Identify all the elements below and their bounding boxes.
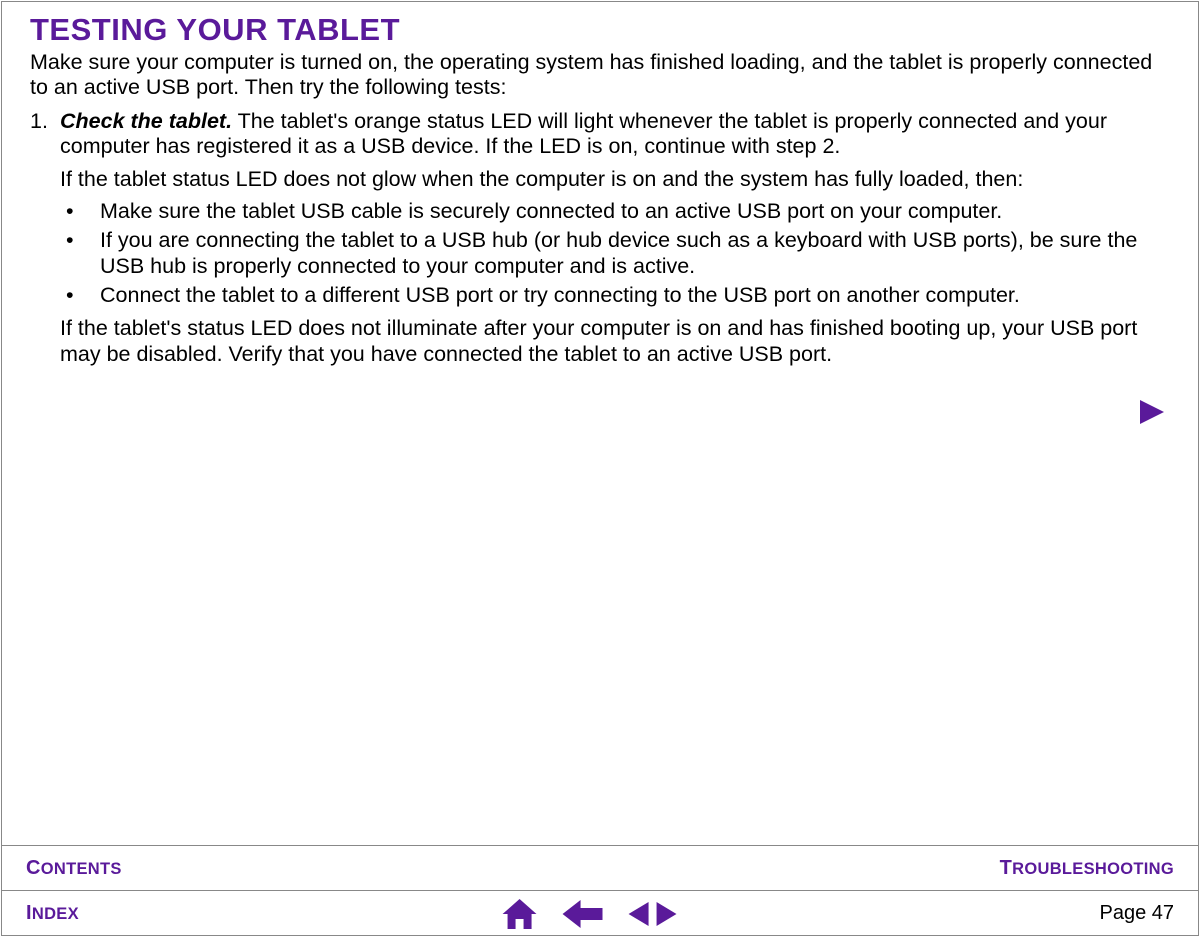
step-body: Check the tablet. The tablet's orange st… [60,109,1170,367]
contents-link[interactable]: CONTENTS [26,857,122,880]
intro-paragraph: Make sure your computer is turned on, th… [30,50,1170,101]
bullet-marker: • [60,283,100,308]
bullet-marker: • [60,228,100,279]
prev-next-icon[interactable] [629,901,677,927]
back-arrow-icon[interactable] [563,900,603,928]
continue-next-icon[interactable] [1138,398,1166,426]
step-number: 1. [30,109,60,367]
troubleshooting-link[interactable]: TROUBLESHOOTING [1000,857,1174,880]
index-link[interactable]: INDEX [26,902,79,925]
page-title: TESTING YOUR TABLET [30,12,1170,48]
footer-row-top: CONTENTS TROUBLESHOOTING [2,846,1198,890]
bullet-list: • Make sure the tablet USB cable is secu… [60,199,1170,308]
step-1: 1. Check the tablet. The tablet's orange… [30,109,1170,367]
nav-icon-bar [503,899,677,929]
bullet-marker: • [60,199,100,224]
bullet-item: • If you are connecting the tablet to a … [60,228,1170,279]
step-para-3: If the tablet's status LED does not illu… [60,316,1170,367]
bullet-text: Connect the tablet to a different USB po… [100,283,1170,308]
bullet-text: Make sure the tablet USB cable is secure… [100,199,1170,224]
document-page: TESTING YOUR TABLET Make sure your compu… [1,1,1199,936]
page-footer: CONTENTS TROUBLESHOOTING INDEX Page 47 [2,845,1198,935]
step-lead-line: Check the tablet. The tablet's orange st… [60,109,1170,160]
step-lead: Check the tablet. [60,109,232,133]
bullet-item: • Make sure the tablet USB cable is secu… [60,199,1170,224]
bullet-text: If you are connecting the tablet to a US… [100,228,1170,279]
home-icon[interactable] [503,899,537,929]
page-content: TESTING YOUR TABLET Make sure your compu… [2,2,1198,367]
bullet-item: • Connect the tablet to a different USB … [60,283,1170,308]
page-number: Page 47 [1099,902,1174,925]
step-para-2: If the tablet status LED does not glow w… [60,167,1170,192]
